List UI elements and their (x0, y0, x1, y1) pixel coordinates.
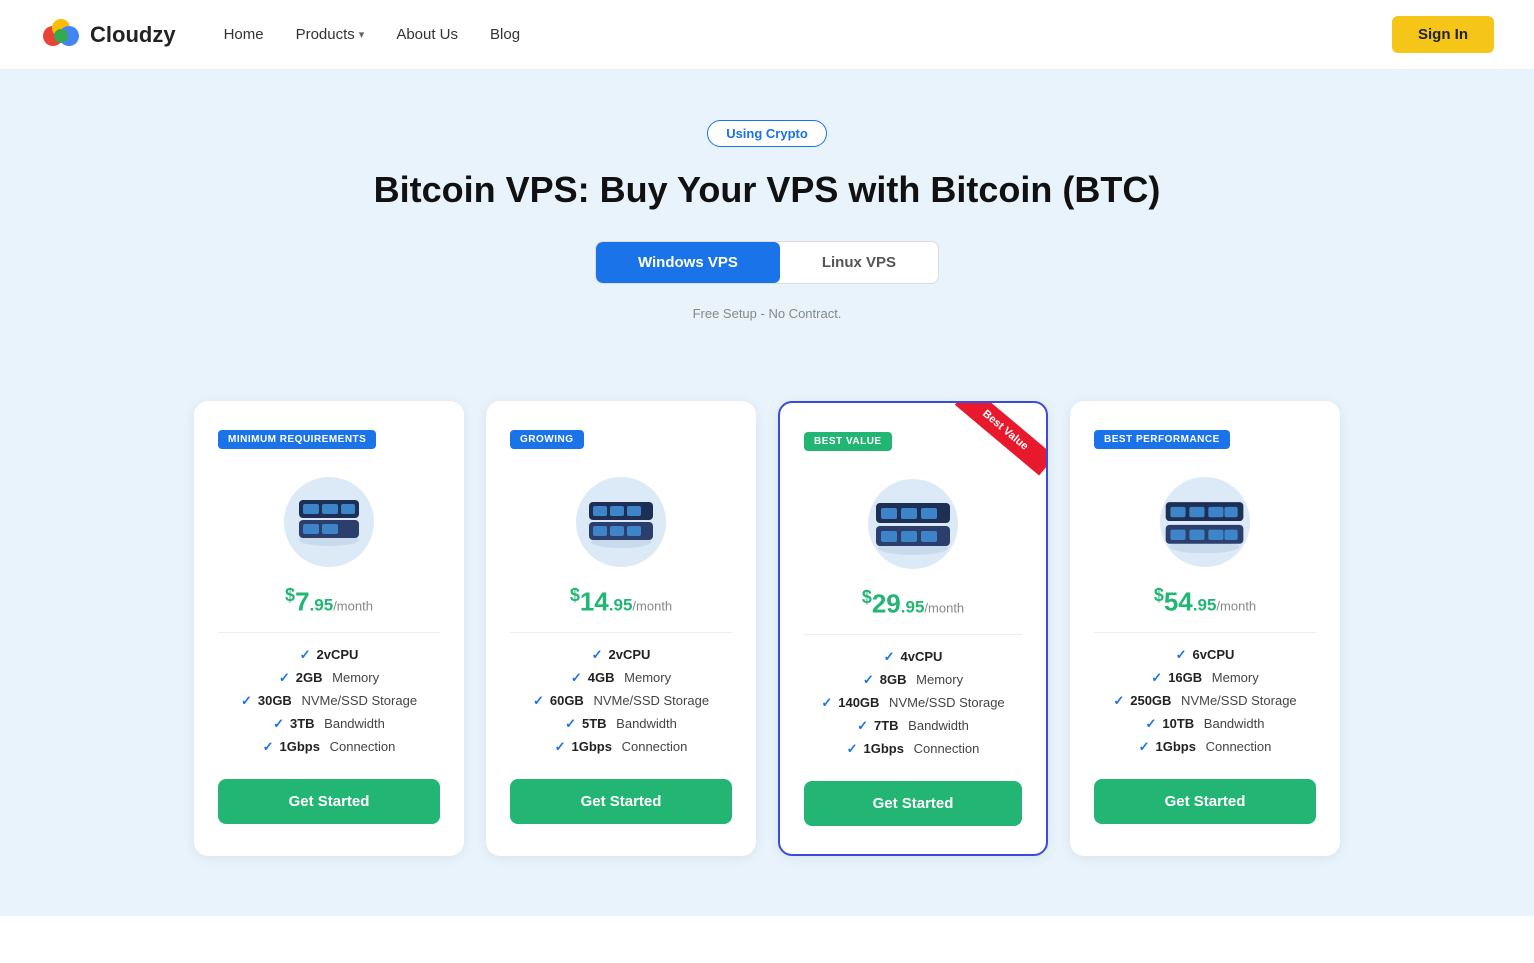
hero-title: Bitcoin VPS: Buy Your VPS with Bitcoin (… (20, 169, 1514, 211)
pricing-card-3: Best Value BEST VALUE (778, 401, 1048, 856)
plan-badge-4: BEST PERFORMANCE (1094, 430, 1230, 449)
features-1: ✓2vCPU ✓2GB Memory ✓30GB NVMe/SSD Storag… (218, 647, 440, 755)
nav-links: Home Products ▾ About Us Blog (224, 26, 1392, 43)
logo-text: Cloudzy (90, 22, 176, 48)
server-icon-2 (581, 490, 661, 555)
pricing-card-2: GROWING $14.95 (486, 401, 756, 856)
plan-badge-3: BEST VALUE (804, 432, 892, 451)
price-3: $29.95/month (804, 587, 1022, 620)
nav-home[interactable]: Home (224, 26, 264, 43)
server-icon-4 (1160, 483, 1250, 561)
server-image-2 (510, 477, 732, 567)
nav-about[interactable]: About Us (396, 26, 458, 43)
vps-toggle: Windows VPS Linux VPS (595, 241, 939, 284)
cloudzy-logo-icon (40, 14, 82, 56)
features-3: ✓4vCPU ✓8GB Memory ✓140GB NVMe/SSD Stora… (804, 649, 1022, 757)
plan-badge-1: MINIMUM REQUIREMENTS (218, 430, 376, 449)
server-image-1 (218, 477, 440, 567)
chevron-down-icon: ▾ (359, 28, 365, 41)
pricing-card-1: MINIMUM REQUIREMENTS $7.95/ (194, 401, 464, 856)
nav-products[interactable]: Products ▾ (296, 26, 365, 43)
price-4: $54.95/month (1094, 585, 1316, 618)
pricing-card-4: BEST PERFORMANCE (1070, 401, 1340, 856)
pricing-cards: MINIMUM REQUIREMENTS $7.95/ (40, 401, 1494, 856)
hero-section: Using Crypto Bitcoin VPS: Buy Your VPS w… (0, 70, 1534, 381)
get-started-button-3[interactable]: Get Started (804, 781, 1022, 826)
pricing-section: MINIMUM REQUIREMENTS $7.95/ (0, 381, 1534, 916)
server-icon-3 (868, 488, 958, 560)
crypto-badge: Using Crypto (707, 120, 827, 147)
best-value-ribbon: Best Value (955, 403, 1046, 476)
price-1: $7.95/month (218, 585, 440, 618)
plan-badge-2: GROWING (510, 430, 584, 449)
get-started-button-2[interactable]: Get Started (510, 779, 732, 824)
features-4: ✓6vCPU ✓16GB Memory ✓250GB NVMe/SSD Stor… (1094, 647, 1316, 755)
windows-vps-tab[interactable]: Windows VPS (596, 242, 780, 283)
get-started-button-4[interactable]: Get Started (1094, 779, 1316, 824)
free-setup-text: Free Setup - No Contract. (20, 306, 1514, 321)
linux-vps-tab[interactable]: Linux VPS (780, 242, 938, 283)
nav-blog[interactable]: Blog (490, 26, 520, 43)
navbar: Cloudzy Home Products ▾ About Us Blog Si… (0, 0, 1534, 70)
logo[interactable]: Cloudzy (40, 14, 176, 56)
price-2: $14.95/month (510, 585, 732, 618)
server-icon-1 (289, 490, 369, 555)
get-started-button-1[interactable]: Get Started (218, 779, 440, 824)
server-image-4 (1094, 477, 1316, 567)
signin-button[interactable]: Sign In (1392, 16, 1494, 53)
features-2: ✓2vCPU ✓4GB Memory ✓60GB NVMe/SSD Storag… (510, 647, 732, 755)
